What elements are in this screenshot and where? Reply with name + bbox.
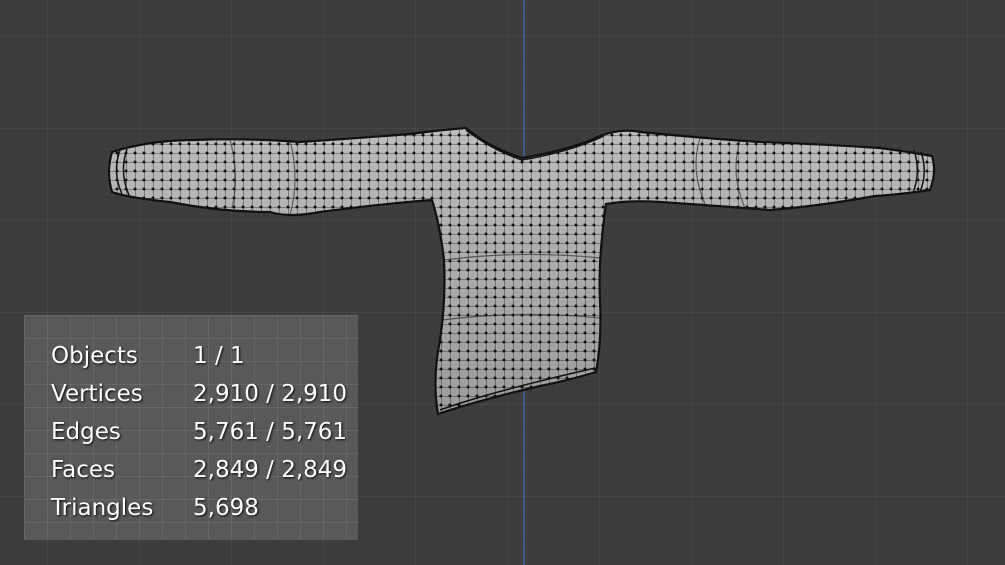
stat-row-triangles: Triangles 5,698: [24, 489, 358, 527]
stat-value: 2,910 / 2,910: [193, 381, 348, 407]
stat-row-objects: Objects 1 / 1: [24, 337, 358, 375]
3d-viewport[interactable]: Objects 1 / 1 Vertices 2,910 / 2,910 Edg…: [0, 0, 1005, 565]
stat-label: Faces: [51, 457, 115, 483]
stat-label: Triangles: [51, 495, 154, 521]
stat-label: Vertices: [51, 381, 143, 407]
stat-row-faces: Faces 2,849 / 2,849: [24, 451, 358, 489]
stat-row-edges: Edges 5,761 / 5,761: [24, 413, 358, 451]
stat-value: 1 / 1: [193, 343, 245, 369]
statistics-overlay: Objects 1 / 1 Vertices 2,910 / 2,910 Edg…: [24, 315, 358, 540]
stat-label: Edges: [51, 419, 121, 445]
stat-value: 5,698: [193, 495, 259, 521]
stat-value: 2,849 / 2,849: [193, 457, 348, 483]
stat-row-vertices: Vertices 2,910 / 2,910: [24, 375, 358, 413]
stat-value: 5,761 / 5,761: [193, 419, 348, 445]
stat-label: Objects: [51, 343, 138, 369]
